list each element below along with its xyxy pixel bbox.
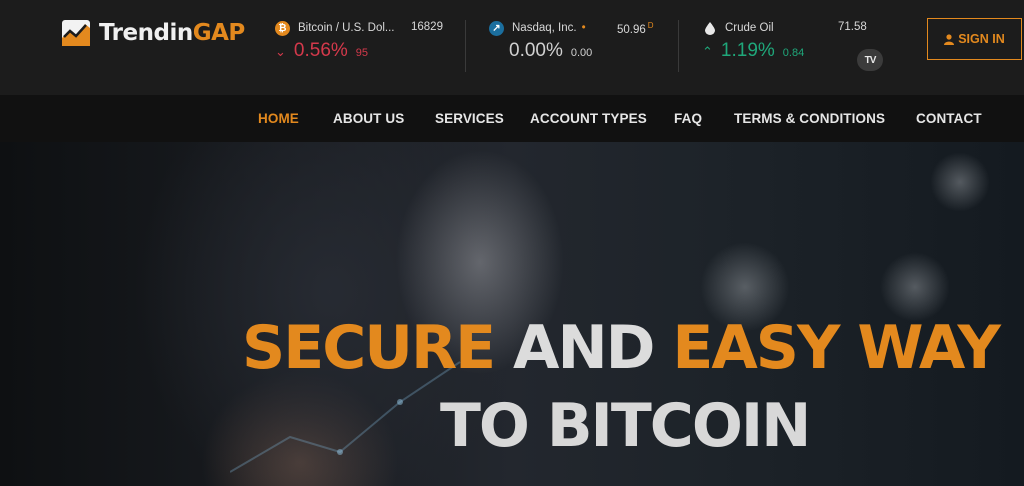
logo-text-orange: GAP — [192, 20, 246, 46]
ticker-price: 50.96 D — [617, 21, 654, 36]
chart-logo-icon — [61, 18, 93, 48]
user-icon — [944, 33, 955, 45]
arrow-up-icon: ⌃ — [702, 44, 713, 59]
arrow-down-icon: ⌄ — [275, 44, 286, 59]
ticker-crude-oil[interactable]: Crude Oil 71.58 ⌃ 1.19% 0.84 — [702, 18, 872, 78]
nasdaq-icon: ↗ — [489, 20, 504, 36]
ticker-price: 71.58 — [838, 21, 867, 33]
bokeh-light — [930, 152, 990, 212]
ticker-name: Bitcoin / U.S. Dol... — [298, 22, 395, 34]
top-header: TrendinGAP ₿ Bitcoin / U.S. Dol... 16829… — [0, 0, 1024, 95]
hero-word-easy-way: EASY WAY — [672, 313, 1001, 383]
site-logo[interactable]: TrendinGAP — [61, 17, 245, 49]
hero-banner: SECURE AND EASY WAY TO BITCOIN — [0, 142, 1024, 486]
main-navigation: HOME ABOUT US SERVICES ACCOUNT TYPES FAQ… — [0, 95, 1024, 142]
nav-about-us[interactable]: ABOUT US — [333, 111, 404, 126]
logo-text: TrendinGAP — [99, 20, 245, 46]
ticker-price: 16829 — [411, 21, 443, 33]
nav-contact[interactable]: CONTACT — [916, 111, 982, 126]
ticker-change: 0.00 — [570, 47, 593, 59]
ticker-name: Crude Oil — [725, 22, 774, 34]
bitcoin-icon: ₿ — [275, 20, 290, 36]
logo-text-white: Trendin — [99, 20, 193, 46]
nav-services[interactable]: SERVICES — [435, 111, 504, 126]
ticker-nasdaq[interactable]: ↗ Nasdaq, Inc. • 50.96 D 0.00% 0.00 — [489, 18, 659, 78]
ticker-name: Nasdaq, Inc. — [512, 22, 577, 34]
hero-word-and: AND — [494, 313, 673, 383]
ticker-bitcoin[interactable]: ₿ Bitcoin / U.S. Dol... 16829 ⌄ 0.56% 95 — [275, 18, 455, 78]
sign-in-button[interactable]: SIGN IN — [927, 18, 1022, 60]
market-status-dot: • — [581, 22, 586, 34]
ticker-change: 0.84 — [782, 47, 805, 59]
nav-account-types[interactable]: ACCOUNT TYPES — [530, 111, 647, 126]
oil-drop-icon — [702, 21, 717, 36]
ticker-percent: 0.56% — [293, 40, 348, 61]
nav-faq[interactable]: FAQ — [674, 111, 702, 126]
hero-headline-line1: SECURE AND EASY WAY — [242, 318, 1001, 378]
ticker-divider — [678, 20, 679, 72]
hero-headline-line2: TO BITCOIN — [440, 391, 811, 461]
ticker-price-suffix: D — [647, 21, 654, 30]
ticker-change: 95 — [355, 47, 369, 59]
nav-home[interactable]: HOME — [258, 111, 299, 126]
ticker-price-value: 50.96 — [617, 23, 646, 36]
hero-word-secure: SECURE — [242, 313, 496, 383]
ticker-percent: 1.19% — [720, 40, 775, 61]
ticker-percent: 0.00% — [509, 40, 563, 61]
ticker-divider — [465, 20, 466, 72]
tradingview-badge[interactable]: TV — [857, 49, 883, 71]
sign-in-label: SIGN IN — [958, 32, 1005, 46]
bokeh-light — [880, 252, 950, 322]
nav-terms-conditions[interactable]: TERMS & CONDITIONS — [734, 111, 885, 126]
